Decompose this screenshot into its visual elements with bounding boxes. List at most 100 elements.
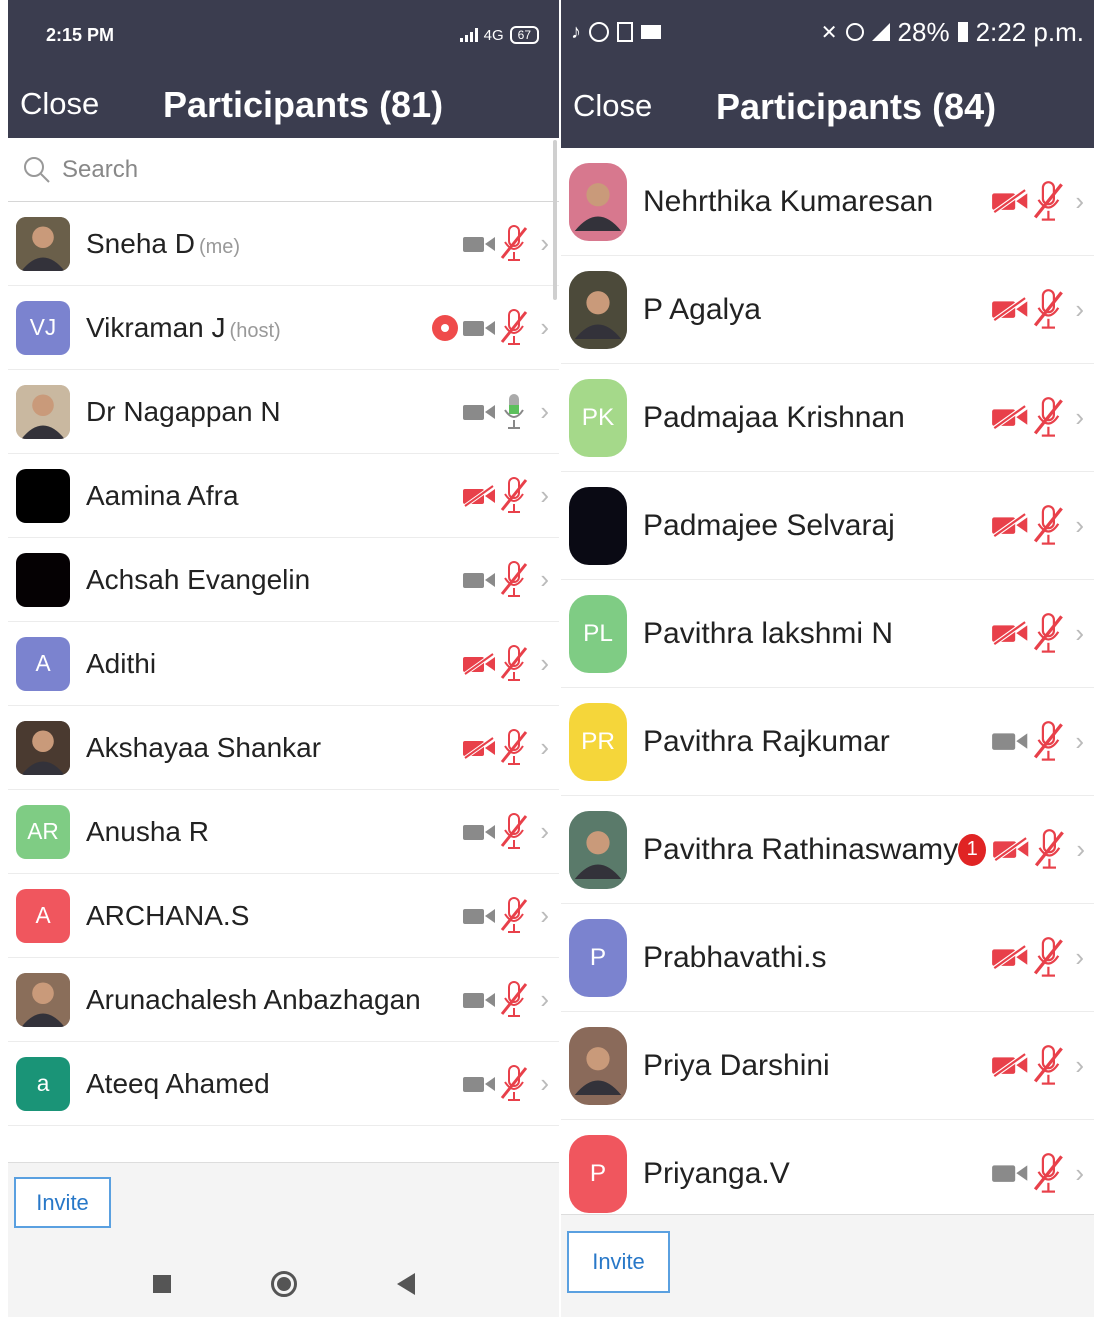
participant-row[interactable]: VJ Vikraman J (host) › bbox=[8, 286, 559, 370]
video-icon bbox=[641, 25, 661, 39]
video-icon bbox=[463, 992, 496, 1008]
close-button[interactable]: Close bbox=[573, 88, 652, 124]
page-title: Participants (84) bbox=[716, 86, 997, 127]
participant-row[interactable]: Dr Nagappan N › bbox=[8, 370, 559, 454]
signal-icon bbox=[871, 23, 890, 41]
chevron-right-icon[interactable]: › bbox=[1075, 510, 1084, 541]
participant-status-icons: › bbox=[462, 1064, 549, 1104]
participant-row[interactable]: a Ateeq Ahamed › bbox=[8, 1042, 559, 1126]
mic-muted-icon bbox=[501, 980, 528, 1017]
video-icon bbox=[463, 236, 496, 252]
mic-muted-icon bbox=[501, 308, 528, 345]
chevron-right-icon[interactable]: › bbox=[540, 312, 549, 343]
battery-percent: 28% bbox=[897, 16, 950, 47]
scrollbar[interactable] bbox=[553, 140, 557, 300]
participant-row[interactable]: Pavithra Rathinaswamy 1 › bbox=[561, 796, 1094, 904]
participant-name: Vikraman J (host) bbox=[86, 312, 432, 344]
chevron-right-icon[interactable]: › bbox=[1075, 402, 1084, 433]
participant-list: Sneha D (me) › VJ Vikraman J (host) › Dr Nagapp… bbox=[8, 202, 559, 1126]
mic-muted-icon bbox=[501, 728, 528, 765]
video-off-icon bbox=[992, 297, 1028, 322]
chevron-right-icon[interactable]: › bbox=[540, 732, 549, 763]
participant-name: Dr Nagappan N bbox=[86, 396, 462, 428]
recents-icon[interactable] bbox=[152, 1274, 171, 1293]
chevron-right-icon[interactable]: › bbox=[1075, 1158, 1084, 1189]
left-screenshot: 2:15 PM 4G 67 Close Participants (81) Se… bbox=[8, 0, 559, 1317]
network-label: 4G bbox=[483, 26, 504, 44]
invite-button[interactable]: Invite bbox=[567, 1231, 670, 1293]
chevron-right-icon[interactable]: › bbox=[1075, 942, 1084, 973]
participant-name: Priya Darshini bbox=[643, 1049, 991, 1083]
invite-button[interactable]: Invite bbox=[14, 1177, 111, 1228]
participant-name: Sneha D (me) bbox=[86, 228, 462, 260]
participant-name: Priyanga.V bbox=[643, 1157, 991, 1191]
unread-badge: 1 bbox=[958, 833, 987, 866]
participant-row[interactable]: PL Pavithra lakshmi N › bbox=[561, 580, 1094, 688]
participant-row[interactable]: P Priyanga.V › bbox=[561, 1120, 1094, 1228]
chevron-right-icon[interactable]: › bbox=[540, 648, 549, 679]
participant-row[interactable]: Achsah Evangelin › bbox=[8, 538, 559, 622]
chevron-right-icon[interactable]: › bbox=[1075, 294, 1084, 325]
participant-row[interactable]: Padmajee Selvaraj › bbox=[561, 472, 1094, 580]
search-input[interactable]: Search bbox=[8, 138, 559, 202]
participant-row[interactable]: PK Padmajaa Krishnan › bbox=[561, 364, 1094, 472]
search-icon bbox=[24, 156, 50, 183]
chevron-right-icon[interactable]: › bbox=[1075, 1050, 1084, 1081]
video-off-icon bbox=[992, 1053, 1028, 1078]
participant-row[interactable]: Akshayaa Shankar › bbox=[8, 706, 559, 790]
chevron-right-icon[interactable]: › bbox=[540, 816, 549, 847]
participant-row[interactable]: Aamina Afra › bbox=[8, 454, 559, 538]
participant-status-icons: › bbox=[432, 308, 549, 348]
chevron-right-icon[interactable]: › bbox=[1075, 186, 1084, 217]
participant-row[interactable]: Arunachalesh Anbazhagan › bbox=[8, 958, 559, 1042]
chevron-right-icon[interactable]: › bbox=[1076, 834, 1085, 865]
participant-name: Pavithra Rathinaswamy bbox=[643, 833, 958, 867]
participant-status-icons: › bbox=[991, 936, 1084, 980]
usb-icon: ♪ bbox=[571, 20, 581, 43]
participant-name-text: Nehrthika Kumaresan bbox=[643, 184, 934, 218]
chevron-right-icon[interactable]: › bbox=[540, 228, 549, 259]
avatar-photo bbox=[569, 270, 627, 349]
participant-row[interactable]: PR Pavithra Rajkumar › bbox=[561, 688, 1094, 796]
participant-status-icons: › bbox=[991, 612, 1084, 656]
signal-icon bbox=[459, 28, 478, 42]
video-off-icon bbox=[463, 652, 496, 675]
avatar-photo bbox=[16, 216, 70, 271]
chevron-right-icon[interactable]: › bbox=[540, 1068, 549, 1099]
home-icon[interactable] bbox=[270, 1270, 297, 1297]
chevron-right-icon[interactable]: › bbox=[1075, 726, 1084, 757]
mic-muted-icon bbox=[1033, 180, 1063, 221]
mic-on-icon bbox=[504, 393, 525, 429]
participant-name-text: Padmajaa Krishnan bbox=[643, 400, 905, 434]
participant-name: Padmajaa Krishnan bbox=[643, 401, 991, 435]
avatar-photo bbox=[569, 810, 627, 889]
participant-row[interactable]: A Adithi › bbox=[8, 622, 559, 706]
participant-name-text: Achsah Evangelin bbox=[86, 563, 311, 595]
participant-status-icons: › bbox=[462, 644, 549, 684]
participant-row[interactable]: Nehrthika Kumaresan › bbox=[561, 148, 1094, 256]
participant-row[interactable]: A ARCHANA.S › bbox=[8, 874, 559, 958]
right-screenshot: ♪ ✕ 28% 2:22 p.m. Close Participants (84… bbox=[561, 0, 1094, 1317]
participant-row[interactable]: Sneha D (me) › bbox=[8, 202, 559, 286]
participant-row[interactable]: P Prabhavathi.s › bbox=[561, 904, 1094, 1012]
close-button[interactable]: Close bbox=[20, 86, 99, 122]
participant-name: Aamina Afra bbox=[86, 480, 462, 512]
chevron-right-icon[interactable]: › bbox=[540, 396, 549, 427]
chevron-right-icon[interactable]: › bbox=[540, 480, 549, 511]
participant-name-text: Pavithra lakshmi N bbox=[643, 616, 894, 650]
gallery-icon bbox=[617, 22, 633, 42]
back-icon[interactable] bbox=[396, 1272, 415, 1295]
participant-row[interactable]: Priya Darshini › bbox=[561, 1012, 1094, 1120]
participant-name: Pavithra lakshmi N bbox=[643, 617, 991, 651]
chevron-right-icon[interactable]: › bbox=[540, 564, 549, 595]
participant-name: Arunachalesh Anbazhagan bbox=[86, 984, 462, 1016]
participant-row[interactable]: P Agalya › bbox=[561, 256, 1094, 364]
alarm-icon bbox=[845, 23, 864, 41]
chevron-right-icon[interactable]: › bbox=[540, 984, 549, 1015]
participant-row[interactable]: AR Anusha R › bbox=[8, 790, 559, 874]
chevron-right-icon[interactable]: › bbox=[540, 900, 549, 931]
chevron-right-icon[interactable]: › bbox=[1075, 618, 1084, 649]
participant-name-text: Priya Darshini bbox=[643, 1048, 830, 1082]
mic-muted-icon bbox=[501, 644, 528, 681]
mic-muted-icon bbox=[1033, 1152, 1063, 1193]
